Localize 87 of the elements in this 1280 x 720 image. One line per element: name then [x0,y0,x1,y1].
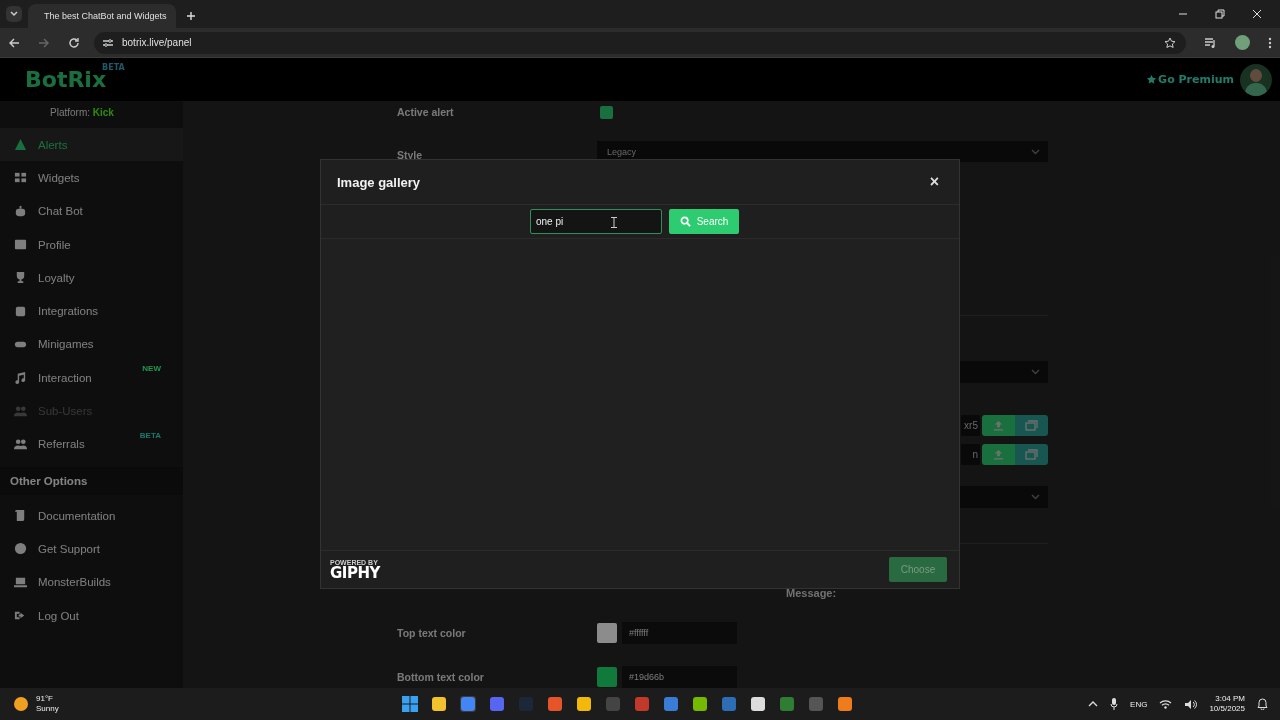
checkbox[interactable] [600,105,613,119]
images-icon [1025,420,1038,431]
laptop-icon [14,575,27,589]
images-icon [1025,449,1038,460]
robot-icon [14,204,27,218]
menu-icon[interactable] [1268,36,1272,49]
weather-label: Sunny [36,704,59,714]
app-icon[interactable] [431,696,447,712]
platform-name: Kick [92,107,114,118]
star-icon [1146,74,1158,85]
field-label: Message: [786,587,838,601]
go-premium-link[interactable]: Go Premium [1146,73,1234,86]
restore-icon[interactable] [1215,9,1225,19]
color-field[interactable]: #ffffff [622,622,737,644]
sidebar-item[interactable]: Get Support [0,532,183,566]
sidebar-item[interactable]: Integrations [0,294,183,328]
field-label: Top text color [397,627,467,639]
badge-label: BETA [139,430,161,440]
sidebar-item[interactable]: Profile [0,227,183,262]
wifi-icon[interactable] [1159,699,1173,709]
sidebar-item[interactable]: Log Out [0,598,183,633]
alert-icon [14,138,27,152]
windows-start-icon[interactable] [402,696,418,712]
upload-icon [993,420,1004,431]
color-swatch[interactable] [597,667,617,687]
beta-label: BETA [102,62,125,72]
temperature: 91°F [36,694,54,704]
app-icon[interactable] [750,696,766,712]
text-cursor-icon [611,217,617,228]
badge-label: NEW [142,364,161,374]
bell-icon[interactable] [1257,698,1268,710]
chevron-up-icon[interactable] [1088,700,1099,708]
sidebar-item[interactable]: Loyalty [0,261,183,295]
sidebar-item[interactable]: MonsterBuilds [0,565,183,599]
reload-icon[interactable] [68,36,80,49]
close-icon[interactable] [1252,9,1262,19]
chevron-icon [1031,494,1040,500]
grid-icon [14,171,27,185]
sidebar-item[interactable]: Widgets [0,161,183,195]
sidebar-item[interactable]: Interaction NEW [0,361,183,395]
chevron-icon [1031,369,1040,375]
file-field[interactable]: n [961,444,980,465]
file-field[interactable]: xr5 [961,415,980,436]
clock-date[interactable]: 10/5/2025 [1209,704,1245,714]
color-swatch[interactable] [597,623,617,643]
giphy-logo: GIPHY [330,565,380,581]
music-icon [14,371,27,385]
media-icon[interactable] [1204,36,1217,49]
tab-search-button[interactable] [6,6,22,22]
user-avatar[interactable] [1240,63,1272,96]
microphone-icon[interactable] [1110,698,1119,710]
search-field[interactable]: one pi [530,209,662,234]
modal-title: Image gallery [337,174,421,190]
close-button[interactable]: × [929,174,939,190]
bookmark-star-icon[interactable] [1164,36,1176,49]
sidebar-item[interactable]: Referrals BETA [0,427,183,461]
sidebar-item[interactable]: Minigames [0,327,183,362]
address-bar[interactable]: botrix.live/panel [94,31,1186,54]
app-icon[interactable] [576,696,592,712]
language-indicator[interactable]: ENG [1130,699,1148,709]
app-icon[interactable] [837,696,853,712]
speaker-icon[interactable] [1184,698,1198,710]
sidebar-item[interactable]: Alerts [0,128,183,162]
app-icon[interactable] [692,696,708,712]
scroll-icon [14,509,27,523]
users-icon [14,404,27,418]
sidebar-item[interactable]: Chat Bot [0,194,183,228]
back-icon[interactable] [8,36,20,49]
clock-time[interactable]: 3:04 PM [1215,694,1245,704]
site-settings-icon[interactable] [102,36,114,49]
upload-icon [993,449,1004,460]
users-icon [14,437,27,451]
browser-tab[interactable]: The best ChatBot and Widgets [28,4,176,28]
forward-icon[interactable] [38,36,50,49]
new-tab-icon[interactable] [186,11,196,21]
logout-icon [14,609,27,622]
chevron-icon [1031,148,1040,155]
sun-icon [12,695,30,713]
search-icon [679,216,691,227]
trophy-icon [14,271,27,285]
color-field[interactable]: #19d66b [622,666,737,688]
profile-avatar[interactable] [1235,35,1250,50]
chevron-down-icon [9,9,19,19]
platform-label: Platform: [50,107,90,118]
sidebar-item[interactable]: Documentation [0,498,183,533]
field-label: Bottom text color [397,671,485,683]
field-label: Active alert [397,106,455,118]
